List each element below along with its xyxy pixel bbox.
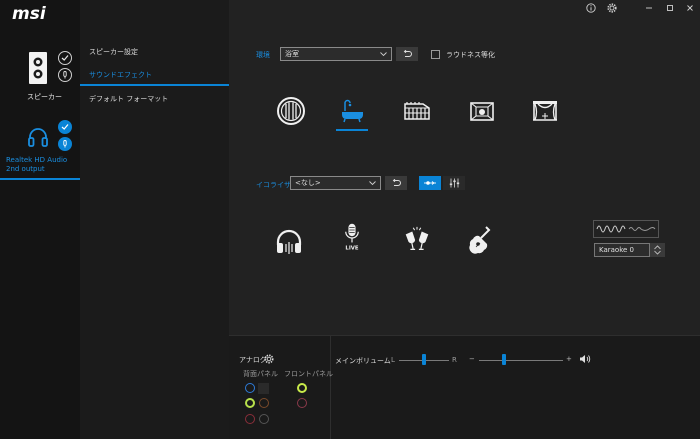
volume-minus-label: − — [469, 355, 475, 363]
back-panel-label: 背面パネル — [243, 370, 278, 378]
speaker-volume-icon[interactable] — [579, 354, 591, 364]
karaoke-stepper[interactable] — [650, 243, 665, 257]
equalizer-enable-toggle[interactable] — [419, 176, 441, 190]
environment-select[interactable]: 浴室 — [280, 47, 392, 61]
realtek-mic-toggle[interactable] — [58, 137, 72, 151]
volume-slider[interactable] — [479, 354, 563, 366]
environment-selected-value: 浴室 — [285, 50, 299, 58]
bottom-panel: アナログ 背面パネル フロントパネル メインボリューム L R − + — [229, 335, 700, 439]
reset-icon — [403, 49, 412, 57]
karaoke-value-field[interactable]: Karaoke 0 — [594, 243, 650, 257]
speaker-mic-toggle[interactable] — [58, 68, 72, 82]
svg-text:LIVE: LIVE — [345, 246, 359, 252]
opera-theater-icon[interactable] — [529, 95, 561, 127]
environment-label: 環境 — [256, 51, 270, 59]
tab-default-format[interactable]: デフォルト フォーマット — [80, 88, 229, 110]
window-controls — [570, 0, 700, 16]
close-icon[interactable] — [683, 2, 697, 14]
chevron-down-icon — [380, 52, 387, 57]
front-panel-label: フロントパネル — [284, 370, 333, 378]
reset-icon — [392, 178, 401, 186]
loudness-checkbox[interactable] — [431, 50, 440, 59]
loudness-label: ラウドネス等化 — [446, 51, 495, 59]
sound-effects-panel: 環境 浴室 ラウドネス等化 イコライザ <なし> LIVE Karaoke 0 — [229, 0, 700, 335]
info-icon[interactable] — [584, 2, 598, 14]
sub-navigation: スピーカー設定 サウンドエフェクト デフォルト フォーマット — [80, 0, 229, 439]
chevron-down-icon — [654, 250, 661, 255]
device-realtek-2nd-output[interactable]: Realtek HD Audio 2nd output — [0, 118, 80, 180]
stage-room-icon[interactable] — [466, 95, 498, 127]
eq-toggle-icon — [424, 181, 436, 185]
equalizer-select[interactable]: <なし> — [290, 176, 381, 190]
jack-back-red[interactable] — [245, 414, 255, 424]
check-icon — [61, 124, 69, 130]
device-label-realtek: Realtek HD Audio 2nd output — [6, 156, 68, 173]
volume-track — [479, 360, 563, 361]
jack-front-pink[interactable] — [297, 398, 307, 408]
msi-logo: msi — [12, 4, 46, 24]
colosseum-icon[interactable] — [401, 95, 433, 127]
headphones-icon[interactable] — [273, 226, 305, 258]
gear-icon[interactable] — [605, 2, 619, 14]
mic-small-icon — [63, 140, 67, 148]
balance-thumb[interactable] — [422, 354, 426, 365]
stone-sphere-icon[interactable] — [275, 95, 307, 127]
maximize-icon[interactable] — [663, 2, 677, 14]
device-column: msi スピーカー Realtek HD Audio 2nd output — [0, 0, 80, 439]
jack-back-gray[interactable] — [259, 414, 269, 424]
equalizer-selected-value: <なし> — [295, 179, 321, 187]
jack-back-brown[interactable] — [259, 398, 269, 408]
karaoke-value: Karaoke 0 — [599, 246, 634, 254]
live-mic-icon[interactable]: LIVE — [336, 222, 368, 254]
tab-speaker-settings[interactable]: スピーカー設定 — [80, 41, 229, 63]
speaker-default-check[interactable] — [58, 51, 72, 65]
bathroom-icon[interactable] — [336, 95, 368, 127]
speaker-icon — [29, 52, 47, 84]
chevron-down-icon — [369, 181, 376, 186]
mic-small-icon — [63, 71, 67, 79]
volume-thumb[interactable] — [502, 354, 507, 365]
headphones-device-icon — [28, 128, 48, 147]
jack-back-empty — [258, 383, 269, 394]
analog-jack-panel: アナログ 背面パネル フロントパネル — [229, 336, 333, 439]
analog-title: アナログ — [239, 356, 267, 364]
jack-back-blue[interactable] — [245, 383, 255, 393]
party-cheers-icon[interactable] — [401, 224, 433, 256]
minimize-icon[interactable] — [642, 2, 656, 14]
tab-sound-effects[interactable]: サウンドエフェクト — [80, 64, 229, 86]
volume-plus-label: + — [566, 355, 572, 363]
device-label-speaker: スピーカー — [27, 93, 62, 101]
balance-left-label: L — [391, 356, 395, 364]
equalizer-reset-button[interactable] — [385, 176, 407, 190]
equalizer-sliders-icon — [449, 178, 459, 188]
main-volume-label: メインボリューム — [335, 357, 391, 365]
device-speaker[interactable]: スピーカー — [0, 46, 80, 116]
karaoke-waveform-icon — [593, 220, 659, 238]
jack-back-green[interactable] — [245, 398, 255, 408]
equalizer-settings-button[interactable] — [443, 176, 465, 190]
equalizer-label: イコライザ — [256, 181, 291, 189]
check-icon — [61, 55, 69, 61]
realtek-default-check[interactable] — [58, 120, 72, 134]
gear-icon[interactable] — [264, 354, 274, 364]
selected-environment-indicator — [336, 129, 368, 131]
balance-slider[interactable] — [399, 354, 449, 366]
jack-front-green[interactable] — [297, 383, 307, 393]
guitar-icon[interactable] — [465, 224, 497, 256]
balance-right-label: R — [452, 356, 457, 364]
environment-reset-button[interactable] — [396, 47, 418, 61]
